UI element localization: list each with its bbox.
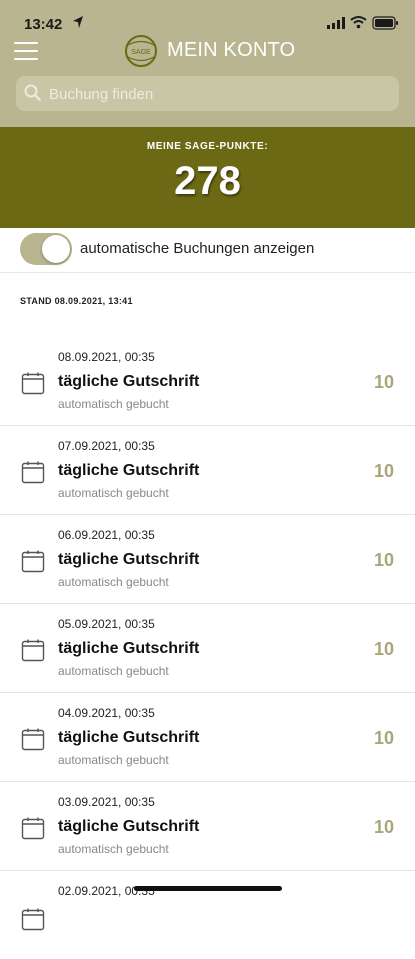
item-points: 10 [373, 728, 394, 748]
item-date: 03.09.2021, 00:35 [58, 795, 155, 809]
item-subtitle: automatisch gebucht [58, 575, 169, 589]
list-item[interactable]: 02.09.2021, 00:35 [0, 871, 415, 959]
toggle-label: automatische Buchungen anzeigen [80, 240, 315, 257]
item-date: 07.09.2021, 00:35 [58, 439, 155, 453]
points-value: 278 [174, 159, 241, 203]
auto-bookings-toggle-row: automatische Buchungen anzeigen [0, 228, 415, 273]
home-indicator [134, 886, 282, 891]
calendar-icon [21, 550, 45, 573]
calendar-icon [21, 639, 45, 662]
item-title: tägliche Gutschrift [58, 818, 200, 835]
svg-text:SAGE: SAGE [131, 49, 151, 56]
item-points: 10 [373, 550, 394, 570]
item-points: 10 [373, 461, 394, 481]
item-title: tägliche Gutschrift [58, 462, 200, 479]
calendar-icon [21, 728, 45, 751]
status-bar: 13:42 [0, 0, 415, 44]
points-label: MEINE SAGE-PUNKTE: [146, 141, 269, 152]
search-input[interactable] [47, 76, 391, 113]
toggle-knob [42, 235, 70, 263]
status-time: 13:42 [24, 16, 63, 33]
list-item[interactable]: 03.09.2021, 00:35 tägliche Gutschrift au… [0, 782, 415, 871]
item-date: 06.09.2021, 00:35 [58, 528, 155, 542]
item-date: 08.09.2021, 00:35 [58, 350, 155, 364]
item-points: 10 [373, 639, 394, 659]
page-title: MEIN KONTO [167, 39, 296, 61]
item-title: tägliche Gutschrift [58, 551, 200, 568]
item-subtitle: automatisch gebucht [58, 664, 169, 678]
list-item[interactable]: 06.09.2021, 00:35 tägliche Gutschrift au… [0, 515, 415, 604]
item-title: tägliche Gutschrift [58, 373, 200, 390]
wifi-icon [350, 16, 367, 29]
search-icon [24, 84, 42, 102]
list-item[interactable]: 05.09.2021, 00:35 tägliche Gutschrift au… [0, 604, 415, 693]
calendar-icon [21, 372, 45, 395]
calendar-icon [21, 908, 45, 931]
item-title: tägliche Gutschrift [58, 640, 200, 657]
item-subtitle: automatisch gebucht [58, 842, 169, 856]
item-subtitle: automatisch gebucht [58, 753, 169, 767]
points-panel: MEINE SAGE-PUNKTE: 278 [0, 127, 415, 228]
stand-timestamp: STAND 08.09.2021, 13:41 [20, 296, 133, 306]
search-bar[interactable] [16, 76, 399, 113]
item-title: tägliche Gutschrift [58, 729, 200, 746]
auto-bookings-toggle[interactable] [20, 233, 72, 265]
calendar-icon [21, 461, 45, 484]
list-item[interactable]: 08.09.2021, 00:35 tägliche Gutschrift au… [0, 337, 415, 426]
signal-icon [327, 17, 345, 29]
item-date: 04.09.2021, 00:35 [58, 706, 155, 720]
list-item[interactable]: 07.09.2021, 00:35 tägliche Gutschrift au… [0, 426, 415, 515]
item-subtitle: automatisch gebucht [58, 486, 169, 500]
item-points: 10 [373, 817, 394, 837]
menu-icon[interactable] [14, 42, 38, 62]
app-header: 13:42 SAGE MEIN KONTO [0, 0, 415, 127]
list-item[interactable]: 04.09.2021, 00:35 tägliche Gutschrift au… [0, 693, 415, 782]
item-date: 05.09.2021, 00:35 [58, 617, 155, 631]
location-arrow-icon [73, 16, 83, 28]
item-subtitle: automatisch gebucht [58, 397, 169, 411]
sage-logo: SAGE [125, 35, 157, 67]
calendar-icon [21, 817, 45, 840]
booking-list: 08.09.2021, 00:35 tägliche Gutschrift au… [0, 337, 415, 959]
item-points: 10 [373, 372, 394, 392]
battery-icon [372, 16, 398, 30]
